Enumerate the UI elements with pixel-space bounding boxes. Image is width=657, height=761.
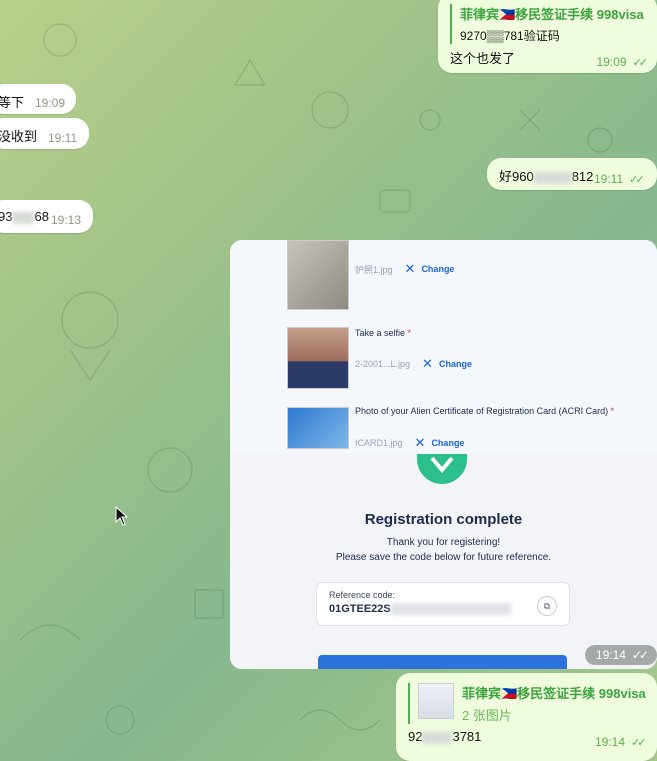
mouse-cursor-icon xyxy=(115,506,129,526)
incoming-message[interactable]: 93 68 19:13 xyxy=(0,200,93,233)
acr-card-label: Photo of your Alien Certificate of Regis… xyxy=(355,406,615,416)
acr-card-thumbnail xyxy=(287,407,349,449)
read-checks-icon: ✓✓ xyxy=(629,174,645,186)
incoming-message[interactable]: 等下 19:09 xyxy=(0,84,76,114)
reply-quote[interactable]: 菲律宾🇵🇭移民签证手续 998visa 9270▒▒781验证码 xyxy=(450,4,644,44)
message-time: 19:09 xyxy=(35,96,66,110)
message-time: 19:11 xyxy=(48,131,78,145)
redacted-block xyxy=(422,731,453,744)
registration-title: Registration complete xyxy=(364,511,523,528)
read-checks-icon: ✓✓ xyxy=(631,737,647,749)
passport-thumbnail xyxy=(287,240,349,310)
remove-icon: ✕ xyxy=(422,356,433,371)
file-row: 护照1.jpg ✕ Change xyxy=(355,261,454,277)
selfie-label: Take a selfie * xyxy=(355,328,412,338)
file-row: 2-2001...L.jpg ✕ Change xyxy=(355,356,472,372)
reference-code: 01GTEE22S xyxy=(329,603,511,616)
remove-icon: ✕ xyxy=(414,435,426,450)
reply-title: 菲律宾🇵🇭移民签证手续 998visa xyxy=(462,686,646,701)
read-checks-icon: ✓✓ xyxy=(631,648,649,662)
message-text: 没收到 xyxy=(0,129,38,144)
reply-image-thumbnail xyxy=(418,683,454,719)
message-text: 这个也发了 xyxy=(450,51,516,66)
change-link: Change xyxy=(431,438,465,448)
reply-subtitle: 2 张图片 xyxy=(462,708,512,723)
message-time: 19:13 xyxy=(51,213,82,227)
reply-line-text: 9270▒▒781验证码 xyxy=(460,29,560,43)
reference-code-box: Reference code: 01GTEE22S ⧉ xyxy=(316,582,570,626)
image-message[interactable]: 护照1.jpg ✕ Change Take a selfie * 2-2001.… xyxy=(230,240,657,669)
partial-button xyxy=(318,655,567,669)
registration-subtitle-2: Please save the code below for future re… xyxy=(335,552,552,563)
redacted-block xyxy=(533,171,572,184)
reference-label: Reference code: xyxy=(329,590,396,600)
message-text: 92 3781 xyxy=(408,729,482,744)
message-time: 19:09 ✓✓ xyxy=(596,55,649,69)
upload-screenshot: 护照1.jpg ✕ Change Take a selfie * 2-2001.… xyxy=(230,240,657,454)
reply-title: 菲律宾🇵🇭移民签证手续 998visa xyxy=(460,7,644,22)
reply-quote[interactable]: 菲律宾🇵🇭移民签证手续 998visa 2 张图片 xyxy=(408,683,646,724)
redacted-block xyxy=(390,603,511,616)
registration-subtitle-1: Thank you for registering! xyxy=(386,537,501,548)
redacted-block xyxy=(12,211,35,224)
outgoing-message[interactable]: 好960 812 19:11 ✓✓ xyxy=(487,158,657,190)
incoming-message[interactable]: 没收到 19:11 xyxy=(0,118,89,149)
change-link: Change xyxy=(438,359,472,369)
message-time: 19:11 ✓✓ xyxy=(594,172,645,186)
message-text: 好960 812 xyxy=(499,169,594,184)
file-name: 2-2001...L.jpg xyxy=(355,359,411,369)
outgoing-message[interactable]: 菲律宾🇵🇭移民签证手续 998visa 2 张图片 92 3781 19:14 ✓✓ xyxy=(396,673,657,761)
reply-line: 9270▒▒781验证码 xyxy=(460,27,644,44)
file-row: ICARD1.jpg ✕ Change xyxy=(355,435,464,451)
read-checks-icon: ✓✓ xyxy=(632,57,649,69)
change-link: Change xyxy=(421,264,455,274)
message-text: 93 68 xyxy=(0,209,49,224)
file-name: 护照1.jpg xyxy=(355,264,393,275)
message-text: 等下 xyxy=(0,95,25,110)
image-time-chip: 19:14 ✓✓ xyxy=(585,645,657,665)
copy-icon: ⧉ xyxy=(537,596,557,616)
outgoing-message[interactable]: 菲律宾🇵🇭移民签证手续 998visa 9270▒▒781验证码 这个也发了 1… xyxy=(438,0,657,73)
remove-icon: ✕ xyxy=(404,261,416,276)
file-name: ICARD1.jpg xyxy=(355,438,403,448)
selfie-thumbnail xyxy=(287,327,349,389)
message-time: 19:14 ✓✓ xyxy=(595,735,647,749)
